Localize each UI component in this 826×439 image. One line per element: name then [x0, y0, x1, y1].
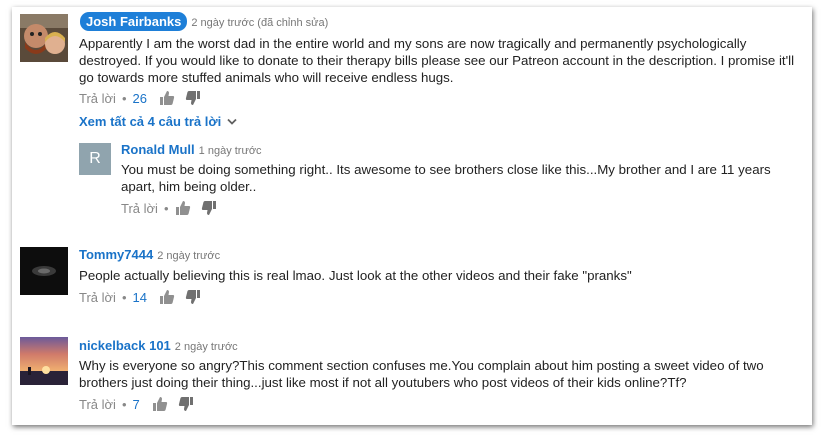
- reply-author-name[interactable]: Ronald Mull: [121, 142, 195, 157]
- like-count: 14: [132, 289, 147, 305]
- reply-time[interactable]: 1 ngày trước: [199, 145, 262, 157]
- reply-button[interactable]: Trả lời: [79, 91, 116, 106]
- thumb-up-icon[interactable]: [175, 200, 191, 216]
- reply-button[interactable]: Trả lời: [79, 397, 116, 412]
- reply-avatar[interactable]: R: [79, 143, 111, 175]
- separator-dot: •: [163, 200, 169, 216]
- reply-button[interactable]: Trả lời: [79, 290, 116, 305]
- comment-text: Apparently I am the worst dad in the ent…: [79, 36, 795, 85]
- author-name[interactable]: Josh Fairbanks: [80, 12, 188, 31]
- avatar[interactable]: [20, 247, 68, 295]
- comment-time[interactable]: 2 ngày trước: [157, 250, 220, 262]
- comment-time[interactable]: 2 ngày trước (đã chỉnh sửa): [191, 17, 328, 29]
- chevron-down-icon: [227, 118, 237, 125]
- author-name[interactable]: Tommy7444: [79, 247, 153, 262]
- avatar[interactable]: [20, 14, 68, 62]
- view-replies-button[interactable]: Xem tất cả 4 câu trả lời: [79, 114, 237, 129]
- thumb-down-icon[interactable]: [185, 90, 201, 106]
- thumb-up-icon[interactable]: [159, 289, 175, 305]
- comments-panel: Josh Fairbanks 2 ngày trước (đã chỉnh sửa…: [12, 7, 812, 425]
- comment-time[interactable]: 2 ngày trước: [175, 341, 238, 353]
- thumb-down-icon[interactable]: [178, 396, 194, 412]
- thumb-up-icon[interactable]: [152, 396, 168, 412]
- author-name[interactable]: nickelback 101: [79, 338, 171, 353]
- separator-dot: •: [121, 289, 127, 305]
- separator-dot: •: [121, 396, 127, 412]
- thumb-up-icon[interactable]: [159, 90, 175, 106]
- view-replies-label: Xem tất cả 4 câu trả lời: [79, 114, 222, 129]
- reply-reply-button[interactable]: Trả lời: [121, 201, 158, 216]
- avatar[interactable]: [20, 337, 68, 385]
- thumb-down-icon[interactable]: [185, 289, 201, 305]
- like-count: 7: [132, 396, 140, 412]
- reply-text: You must be doing something right.. Its …: [121, 162, 771, 194]
- thumb-down-icon[interactable]: [201, 200, 217, 216]
- comment-text: Why is everyone so angry?This comment se…: [79, 358, 764, 390]
- separator-dot: •: [121, 90, 127, 106]
- like-count: 26: [132, 90, 147, 106]
- comment-text: People actually believing this is real l…: [79, 268, 632, 283]
